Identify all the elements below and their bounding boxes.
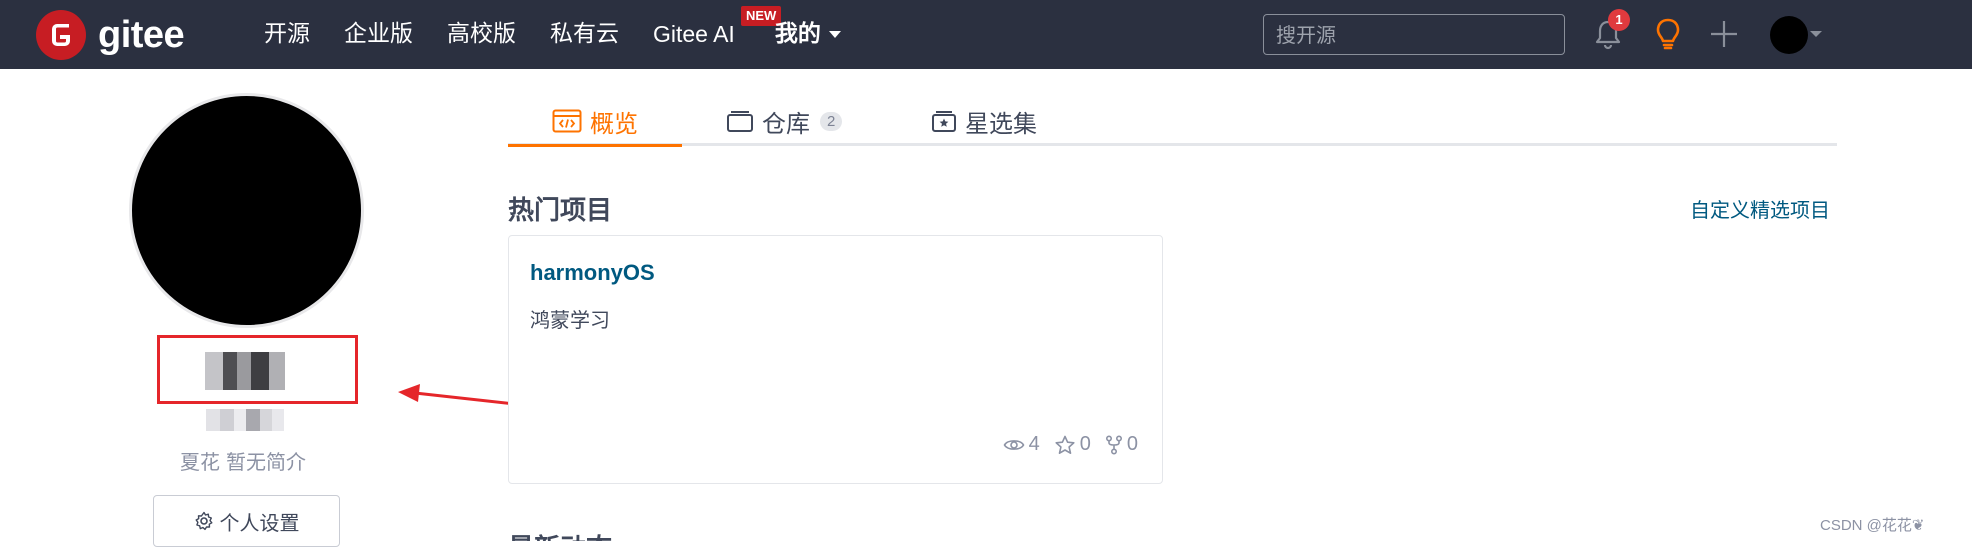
nav-item-private-cloud[interactable]: 私有云: [550, 0, 619, 69]
popular-projects-title: 热门项目: [508, 196, 613, 226]
nav-item-education[interactable]: 高校版: [447, 0, 516, 69]
chevron-down-icon: [828, 31, 841, 38]
gitee-logo[interactable]: gitee: [36, 10, 185, 60]
watch-stat[interactable]: 4: [1003, 433, 1040, 456]
tab-overview[interactable]: 概览: [552, 96, 638, 146]
star-stat[interactable]: 0: [1054, 433, 1091, 456]
profile-tabs: 概览 仓库 2 星选集: [508, 96, 1837, 147]
active-tab-indicator: [508, 144, 682, 147]
project-stats: 4 0 0: [989, 433, 1138, 456]
user-id-blurred: [206, 409, 284, 431]
chevron-down-icon: [1810, 31, 1822, 37]
fork-count: 0: [1126, 433, 1138, 455]
nav-item-gitee-ai[interactable]: Gitee AI NEW: [653, 0, 782, 69]
project-description: 鸿蒙学习: [530, 308, 610, 332]
fork-stat[interactable]: 0: [1105, 433, 1138, 456]
tab-repositories[interactable]: 仓库 2: [726, 96, 843, 146]
star-count: 0: [1079, 433, 1091, 455]
profile-avatar: [129, 93, 364, 328]
personal-settings-button[interactable]: 个人设置: [153, 495, 340, 547]
code-window-icon: [552, 109, 582, 133]
nav-item-opensource[interactable]: 开源: [264, 0, 310, 69]
user-avatar-menu[interactable]: [1770, 16, 1808, 54]
search-input[interactable]: [1263, 14, 1565, 55]
user-bio: 夏花 暂无简介: [180, 446, 306, 475]
star-icon: [1055, 435, 1075, 454]
logo-text: gitee: [98, 14, 185, 56]
tab-repos-label: 仓库: [762, 109, 810, 138]
main-nav: 开源 企业版 高校版 私有云 Gitee AI NEW 我的: [264, 0, 875, 69]
tab-stars-label: 星选集: [965, 109, 1037, 138]
gitee-logo-badge: [36, 10, 86, 60]
watch-count: 4: [1028, 433, 1040, 455]
top-navbar: gitee 开源 企业版 高校版 私有云 Gitee AI NEW 我的 1: [0, 0, 1972, 69]
eye-icon: [1003, 439, 1025, 450]
star-box-icon: [932, 111, 956, 132]
repos-count-badge: 2: [820, 111, 843, 131]
fork-icon: [1105, 434, 1122, 455]
settings-label: 个人设置: [219, 512, 300, 535]
repository-icon: [727, 111, 753, 132]
notification-count-badge: 1: [1608, 9, 1630, 31]
project-name-link[interactable]: harmonyOS: [530, 260, 655, 286]
nav-item-enterprise[interactable]: 企业版: [344, 0, 413, 69]
logo-g-icon: [52, 24, 70, 46]
bio-text: 暂无简介: [226, 450, 306, 474]
plus-icon[interactable]: [1706, 16, 1742, 52]
tab-overview-label: 概览: [590, 109, 638, 138]
project-card: harmonyOS 鸿蒙学习 4 0 0: [508, 235, 1163, 484]
gear-icon: [195, 511, 212, 531]
tab-star-collections[interactable]: 星选集: [931, 96, 1037, 146]
mine-label: 我的: [774, 21, 821, 47]
latest-activity-title: 最新动态: [508, 528, 612, 541]
lightbulb-icon[interactable]: [1650, 16, 1686, 52]
nav-item-mine-dropdown[interactable]: 我的: [775, 0, 841, 69]
bio-prefix: 夏花: [180, 450, 220, 474]
customize-featured-link[interactable]: 自定义精选项目: [1690, 194, 1830, 223]
username-highlight-box: [157, 335, 358, 404]
gitee-ai-label: Gitee AI: [653, 21, 735, 47]
csdn-watermark: CSDN @花花❦: [1820, 517, 1925, 534]
